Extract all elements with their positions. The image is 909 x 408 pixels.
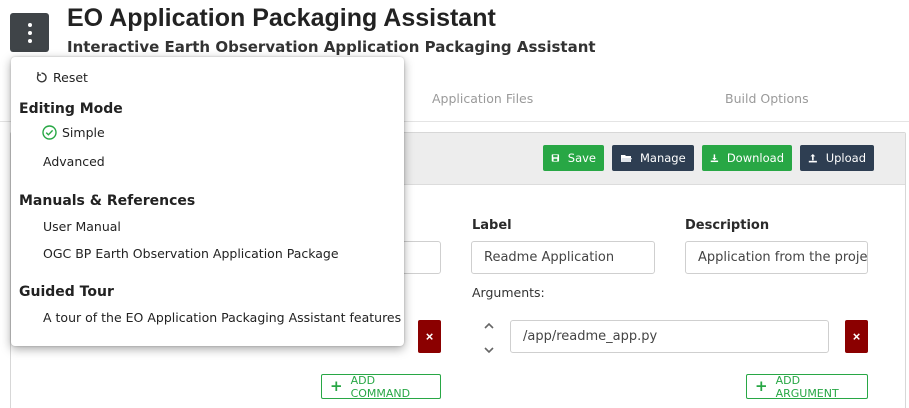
menu-item-guided-tour[interactable]: A tour of the EO Application Packaging A… (43, 310, 401, 325)
manage-button[interactable]: Manage (612, 145, 694, 171)
upload-button[interactable]: Upload (800, 145, 874, 171)
page-subtitle: Interactive Earth Observation Applicatio… (67, 38, 596, 56)
reset-icon (36, 72, 47, 83)
argument-field[interactable]: /app/readme_app.py (510, 320, 829, 353)
label-field[interactable]: Readme Application (471, 241, 655, 274)
guided-tour-heading: Guided Tour (19, 284, 114, 300)
upload-label: Upload (825, 151, 866, 165)
delete-argument-button[interactable]: × (845, 320, 868, 353)
download-icon (710, 154, 719, 163)
page-title: EO Application Packaging Assistant (67, 4, 496, 32)
delete-command-button[interactable]: × (418, 320, 441, 353)
add-command-label: ADD COMMAND (350, 373, 411, 400)
save-label: Save (567, 151, 596, 165)
plus-icon: + (755, 377, 768, 395)
argument-sort-handle[interactable] (481, 321, 497, 355)
reset-label: Reset (53, 70, 88, 85)
vertical-dots-icon (27, 22, 32, 27)
description-field[interactable]: Application from the projec (685, 241, 868, 274)
manage-label: Manage (640, 151, 686, 165)
chevron-down-icon (484, 347, 494, 354)
menu-item-simple[interactable]: Simple (42, 125, 105, 140)
download-button[interactable]: Download (702, 145, 792, 171)
upload-icon (808, 153, 817, 163)
arguments-label: Arguments: (472, 285, 545, 300)
close-icon: × (425, 329, 434, 344)
folder-open-icon (621, 155, 632, 162)
description-title: Description (685, 218, 770, 233)
add-argument-button[interactable]: + ADD ARGUMENT (746, 373, 868, 400)
main-menu-dropdown: Reset Editing Mode Simple Advanced Manua… (11, 57, 404, 346)
menu-item-user-manual[interactable]: User Manual (43, 219, 121, 234)
tab-build-options[interactable]: Build Options (725, 91, 809, 106)
menu-item-reset[interactable]: Reset (35, 70, 88, 85)
menu-item-advanced[interactable]: Advanced (43, 154, 105, 169)
plus-icon: + (330, 377, 343, 395)
download-label: Download (726, 151, 784, 165)
close-icon: × (852, 329, 861, 344)
floppy-icon (551, 154, 560, 162)
label-title: Label (472, 218, 512, 233)
check-circle-icon (42, 125, 57, 140)
simple-label: Simple (62, 125, 105, 140)
editing-mode-heading: Editing Mode (19, 101, 123, 117)
main-menu-button[interactable] (10, 13, 49, 52)
add-command-button[interactable]: + ADD COMMAND (321, 373, 441, 400)
manuals-heading: Manuals & References (19, 193, 196, 209)
menu-item-ogc-bp[interactable]: OGC BP Earth Observation Application Pac… (43, 246, 339, 261)
add-argument-label: ADD ARGUMENT (775, 373, 839, 400)
tab-application-files[interactable]: Application Files (432, 91, 533, 106)
save-button[interactable]: Save (543, 145, 604, 171)
chevron-up-icon (484, 322, 494, 329)
